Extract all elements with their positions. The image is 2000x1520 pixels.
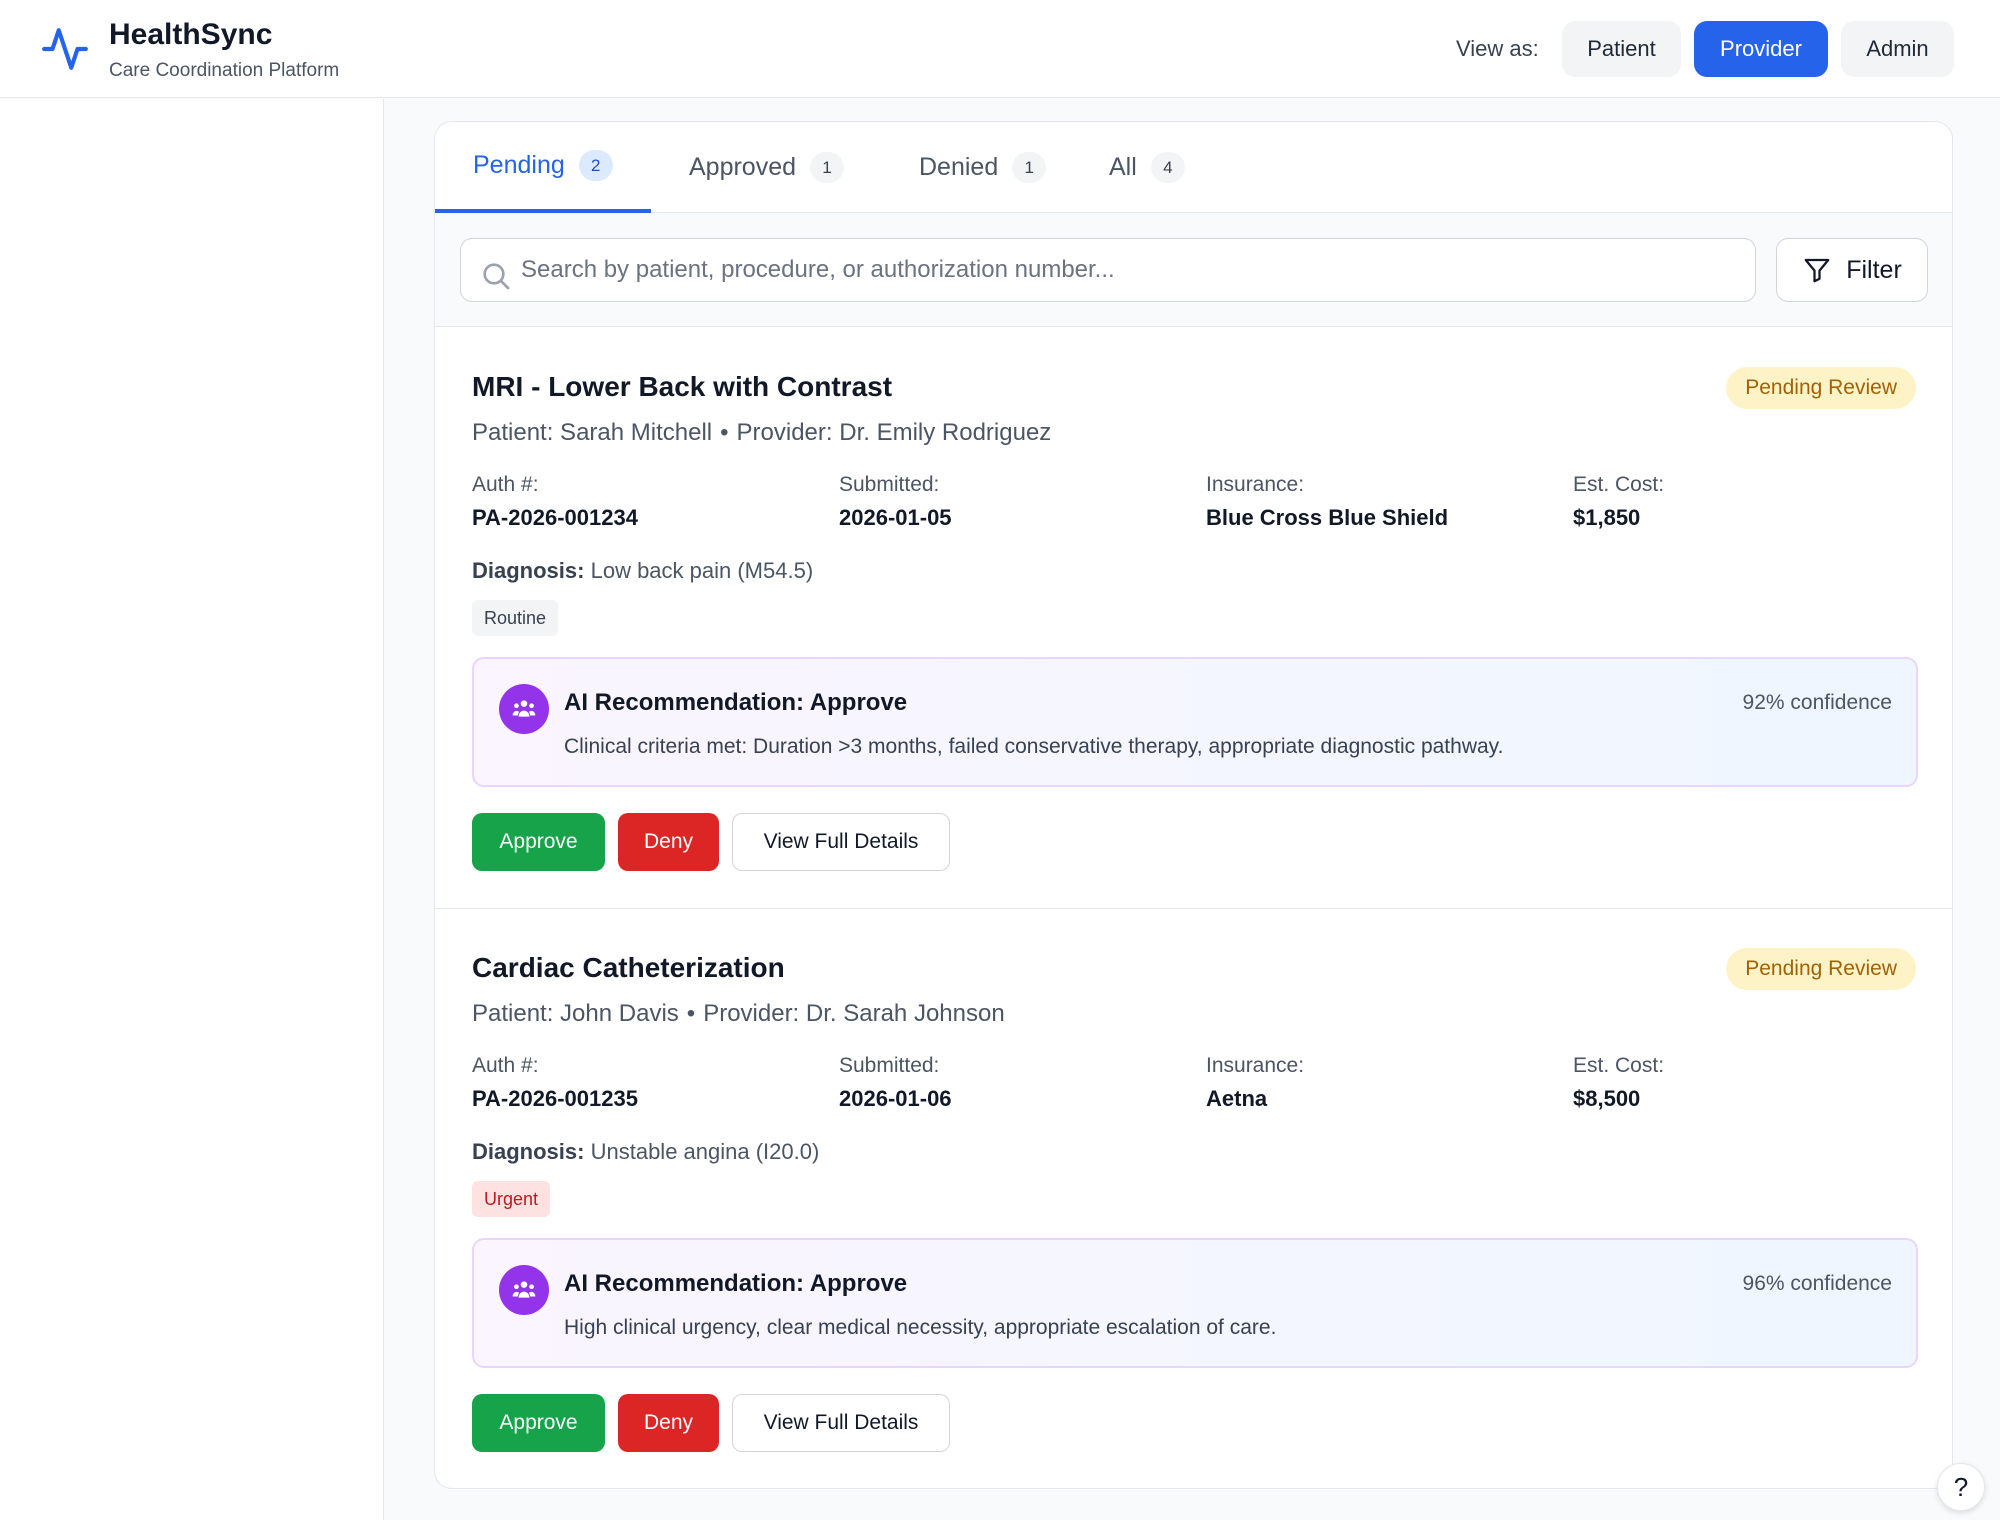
auth-request-card: MRI - Lower Back with Contrast Pending R… <box>435 328 1952 908</box>
ai-confidence: 92% confidence <box>1742 691 1892 714</box>
cost-field: Est. Cost: $8,500 <box>1573 1054 1664 1112</box>
role-provider-button[interactable]: Provider <box>1694 21 1828 77</box>
patient-provider-line: Patient: Sarah Mitchell • Provider: Dr. Em… <box>472 419 1051 447</box>
field-label: Est. Cost: <box>1573 1054 1665 1077</box>
prior-auth-panel: Pending 2 Approved 1 Denied 1 All 4 Filt… <box>434 121 1953 1489</box>
auth-number: PA-2026-001234 <box>472 505 638 530</box>
tab-approved[interactable]: Approved 1 <box>651 122 877 213</box>
insurance-name: Aetna <box>1206 1086 1268 1111</box>
help-button[interactable]: ? <box>1937 1463 1985 1511</box>
tab-pending[interactable]: Pending 2 <box>435 122 651 213</box>
auth-number-field: Auth #: PA-2026-001234 <box>472 473 638 531</box>
sidebar <box>0 99 384 1520</box>
tab-label: All <box>1109 153 1137 181</box>
patient-provider-line: Patient: John Davis • Provider: Dr. Sarah … <box>472 1000 1005 1028</box>
field-label: Insurance: <box>1206 1054 1305 1077</box>
submitted-field: Submitted: 2026-01-05 <box>839 473 952 531</box>
ai-recommendation: AI Recommendation: Approve 92% confidenc… <box>472 657 1918 787</box>
diagnosis-value: Low back pain (M54.5) <box>590 558 814 583</box>
provider-name: Provider: Dr. Sarah Johnson <box>703 1000 1005 1027</box>
diagnosis-value: Unstable angina (I20.0) <box>590 1139 820 1164</box>
separator-dot: • <box>720 419 729 446</box>
provider-name: Provider: Dr. Emily Rodriguez <box>736 419 1052 446</box>
separator-dot: • <box>686 1000 696 1027</box>
submitted-field: Submitted: 2026-01-06 <box>839 1054 952 1112</box>
tab-label: Pending <box>473 151 565 179</box>
insurance-name: Blue Cross Blue Shield <box>1206 505 1449 530</box>
field-label: Submitted: <box>839 1054 940 1077</box>
priority-tag: Routine <box>472 600 559 636</box>
app-title: HealthSync <box>109 18 273 51</box>
field-label: Submitted: <box>839 473 940 496</box>
diagnosis: Diagnosis: Low back pain (M54.5) <box>472 558 813 584</box>
filter-button[interactable]: Filter <box>1776 238 1928 302</box>
tab-denied[interactable]: Denied 1 <box>881 122 1071 213</box>
tab-label: Denied <box>919 153 999 181</box>
insurance-field: Insurance: Blue Cross Blue Shield <box>1206 473 1448 531</box>
priority-tag: Urgent <box>472 1181 551 1217</box>
patient-name: Patient: John Davis <box>472 1000 679 1027</box>
submitted-date: 2026-01-05 <box>839 505 952 530</box>
field-label: Est. Cost: <box>1573 473 1665 496</box>
tab-label: Approved <box>689 153 797 181</box>
auth-number: PA-2026-001235 <box>472 1086 638 1111</box>
status-badge: Pending Review <box>1726 367 1916 409</box>
view-details-button[interactable]: View Full Details <box>732 1394 950 1452</box>
tab-count-badge: 1 <box>810 152 845 183</box>
procedure-title: Cardiac Catheterization <box>472 952 785 983</box>
ai-recommendation-title: AI Recommendation: Approve <box>564 689 908 716</box>
ai-recommendation-title: AI Recommendation: Approve <box>564 1270 908 1297</box>
ai-rationale: High clinical urgency, clear medical nec… <box>564 1316 1277 1339</box>
filter-label: Filter <box>1846 255 1902 284</box>
estimated-cost: $8,500 <box>1573 1086 1641 1111</box>
activity-pulse-icon <box>42 28 88 70</box>
role-admin-button[interactable]: Admin <box>1841 21 1954 77</box>
question-mark-icon: ? <box>1953 1471 1969 1502</box>
tab-count-badge: 2 <box>578 150 613 181</box>
auth-number-field: Auth #: PA-2026-001235 <box>472 1054 638 1112</box>
tab-count-badge: 4 <box>1150 152 1185 183</box>
ai-rationale: Clinical criteria met: Duration >3 month… <box>564 735 1504 758</box>
diagnosis-label: Diagnosis: <box>472 558 585 583</box>
search-input[interactable] <box>521 248 1741 292</box>
ai-confidence: 96% confidence <box>1742 1272 1892 1295</box>
users-group-icon <box>499 684 549 734</box>
deny-button[interactable]: Deny <box>618 1394 719 1452</box>
auth-request-card: Cardiac Catheterization Pending Review P… <box>435 908 1952 1488</box>
patient-name: Patient: Sarah Mitchell <box>472 419 713 446</box>
search-icon <box>483 263 510 290</box>
app-subtitle: Care Coordination Platform <box>109 60 340 81</box>
approve-button[interactable]: Approve <box>472 813 605 871</box>
status-badge: Pending Review <box>1726 948 1916 990</box>
app-header: HealthSync Care Coordination Platform Vi… <box>0 0 2000 98</box>
procedure-title: MRI - Lower Back with Contrast <box>472 371 893 402</box>
insurance-field: Insurance: Aetna <box>1206 1054 1304 1112</box>
tab-all[interactable]: All 4 <box>1071 122 1231 213</box>
field-label: Insurance: <box>1206 473 1305 496</box>
filter-funnel-icon <box>1804 258 1830 283</box>
diagnosis-label: Diagnosis: <box>472 1139 585 1164</box>
view-as-label: View as: <box>1456 36 1539 61</box>
cost-field: Est. Cost: $1,850 <box>1573 473 1664 531</box>
field-label: Auth #: <box>472 1054 539 1077</box>
users-group-icon <box>499 1265 549 1315</box>
approve-button[interactable]: Approve <box>472 1394 605 1452</box>
role-patient-button[interactable]: Patient <box>1562 21 1681 77</box>
ai-recommendation: AI Recommendation: Approve 96% confidenc… <box>472 1238 1918 1368</box>
estimated-cost: $1,850 <box>1573 505 1641 530</box>
diagnosis: Diagnosis: Unstable angina (I20.0) <box>472 1139 819 1165</box>
tab-count-badge: 1 <box>1012 152 1047 183</box>
field-label: Auth #: <box>472 473 539 496</box>
status-tabs: Pending 2 Approved 1 Denied 1 All 4 <box>435 122 1952 213</box>
submitted-date: 2026-01-06 <box>839 1086 952 1111</box>
view-details-button[interactable]: View Full Details <box>732 813 950 871</box>
deny-button[interactable]: Deny <box>618 813 719 871</box>
